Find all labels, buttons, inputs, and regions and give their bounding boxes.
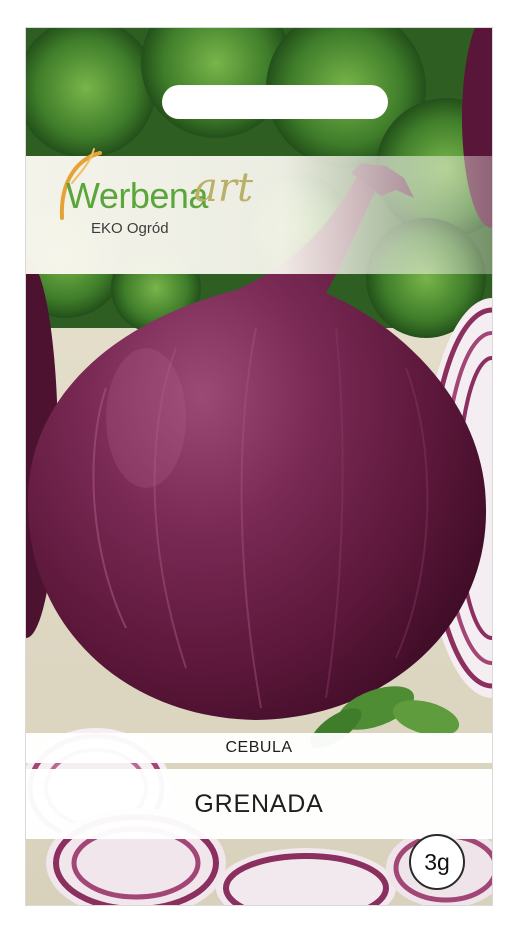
hang-hole: [162, 85, 388, 119]
variety-name: GRENADA: [194, 789, 324, 818]
crop-strip: CEBULA: [26, 733, 492, 763]
product-label: CEBULA GRENADA: [26, 733, 492, 853]
crop-name: CEBULA: [225, 739, 293, 756]
brand-suffix: art: [194, 165, 254, 211]
seed-packet: Werbena art EKO Ogród CEBULA GRENADA 3g: [26, 28, 492, 905]
weight-badge: 3g: [409, 834, 465, 890]
variety-strip: GRENADA: [26, 769, 492, 839]
brand-name: Werbena: [66, 175, 208, 216]
brand-tagline: EKO Ogród: [91, 220, 169, 237]
